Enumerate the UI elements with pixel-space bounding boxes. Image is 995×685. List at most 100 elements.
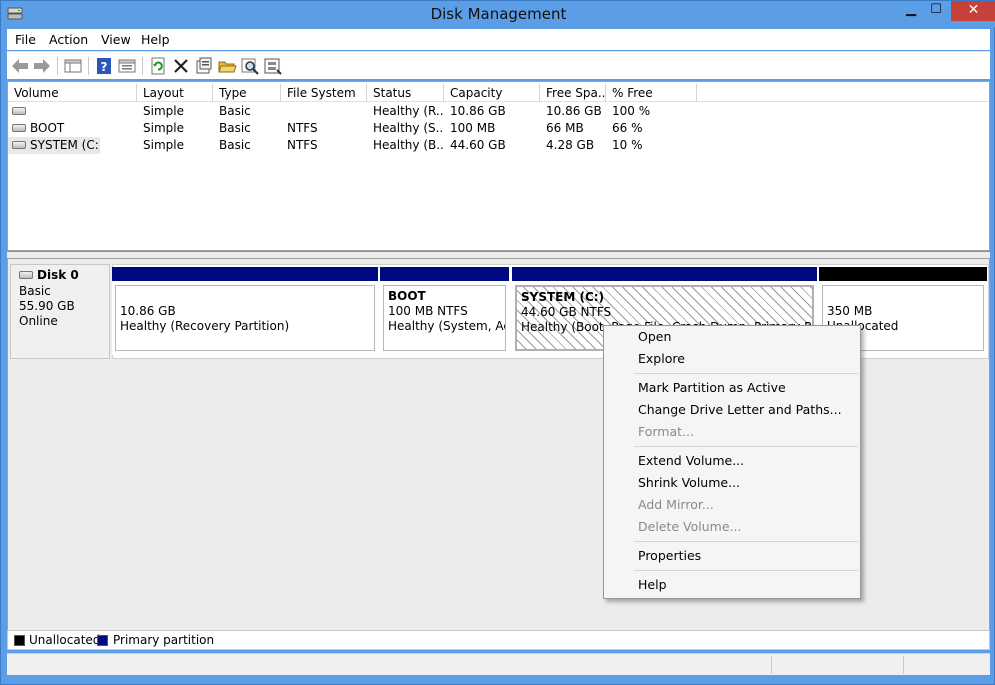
partition-body: BOOT 100 MB NTFS Healthy (System, Active… — [383, 285, 506, 351]
volume-row[interactable]: SYSTEM (C:) Simple Basic NTFS Healthy (B… — [8, 137, 989, 154]
menu-item-change-drive-letter[interactable]: Change Drive Letter and Paths... — [638, 400, 842, 420]
disk-size: 55.90 GB — [19, 299, 75, 313]
volume-name-cell: BOOT — [8, 120, 137, 137]
toolbar-separator — [142, 57, 143, 75]
menu-file[interactable]: File — [11, 32, 40, 48]
column-header-capacity[interactable]: Capacity — [444, 84, 540, 102]
open-folder-icon[interactable] — [217, 56, 237, 76]
partition-size: 44.60 GB NTFS — [521, 305, 612, 319]
menu-view[interactable]: View — [97, 32, 135, 48]
status-segment — [771, 656, 903, 674]
toolbar-separator — [88, 57, 89, 75]
disk-0-label[interactable]: Disk 0 Basic 55.90 GB Online — [10, 264, 110, 359]
free-space-cell: 4.28 GB — [546, 138, 595, 152]
help-icon[interactable]: ? — [94, 56, 114, 76]
disk-state: Online — [19, 314, 58, 328]
drive-icon — [12, 124, 26, 132]
refresh-icon[interactable] — [148, 56, 168, 76]
partition-type-bar — [380, 267, 509, 281]
menu-help[interactable]: Help — [137, 32, 174, 48]
column-header-layout[interactable]: Layout — [137, 84, 213, 102]
column-header-volume[interactable]: Volume — [8, 84, 137, 102]
menu-item-shrink-volume[interactable]: Shrink Volume... — [638, 473, 740, 493]
free-space-cell: 10.86 GB — [546, 104, 602, 118]
legend-unallocated-label: Unallocated — [29, 633, 101, 647]
magnifier-icon[interactable] — [240, 56, 260, 76]
capacity-cell: 100 MB — [450, 121, 496, 135]
properties-icon[interactable] — [194, 56, 214, 76]
file-system-cell: NTFS — [287, 138, 318, 152]
percent-free-cell: 66 % — [612, 121, 643, 135]
drive-icon — [12, 107, 26, 115]
partition-size: 100 MB NTFS — [388, 304, 468, 318]
menu-item-add-mirror: Add Mirror... — [638, 497, 714, 512]
column-header-status[interactable]: Status — [367, 84, 444, 102]
volume-row[interactable]: BOOT Simple Basic NTFS Healthy (S... 100… — [8, 120, 989, 137]
partition-size: 10.86 GB — [120, 304, 176, 318]
partition-body: 10.86 GB Healthy (Recovery Partition) — [115, 285, 375, 351]
partition-size: 350 MB — [827, 304, 873, 318]
volume-list-header: Volume Layout Type File System Status Ca… — [8, 84, 989, 102]
legend-primary-swatch — [97, 635, 108, 646]
menu-item-properties[interactable]: Properties — [638, 546, 701, 566]
menu-item-extend-volume[interactable]: Extend Volume... — [638, 451, 744, 471]
menu-separator — [634, 446, 858, 447]
recovery-partition[interactable]: 10.86 GB Healthy (Recovery Partition) — [112, 267, 378, 355]
svg-text:?: ? — [101, 60, 108, 74]
toolbar-separator — [57, 57, 58, 75]
menu-item-format: Format... — [638, 424, 694, 439]
column-header-type[interactable]: Type — [213, 84, 281, 102]
volume-name-cell: SYSTEM (C:) — [8, 137, 100, 154]
legend-bar: Unallocated Primary partition — [7, 630, 990, 650]
rescan-disks-icon[interactable] — [263, 56, 283, 76]
menu-action[interactable]: Action — [45, 32, 92, 48]
show-hide-console-tree-icon[interactable] — [63, 56, 83, 76]
status-cell: Healthy (B... — [373, 138, 444, 152]
percent-free-cell: 10 % — [612, 138, 643, 152]
volume-list-pane: Volume Layout Type File System Status Ca… — [7, 81, 990, 251]
menu-separator — [634, 373, 858, 374]
file-system-cell: NTFS — [287, 121, 318, 135]
capacity-cell: 10.86 GB — [450, 104, 506, 118]
menu-item-mark-active[interactable]: Mark Partition as Active — [638, 378, 786, 398]
forward-arrow-icon[interactable] — [32, 56, 52, 76]
menu-separator — [634, 541, 858, 542]
partition-name — [827, 289, 979, 304]
status-cell: Healthy (S... — [373, 121, 444, 135]
layout-cell: Simple — [143, 121, 184, 135]
volume-row[interactable]: Simple Basic Healthy (R... 10.86 GB 10.8… — [8, 103, 989, 120]
partition-name: SYSTEM (C:) — [521, 290, 605, 304]
toolbar: ? — [7, 51, 990, 79]
partition-name — [120, 289, 370, 304]
close-button[interactable]: ✕ — [951, 1, 995, 21]
type-cell: Basic — [219, 138, 251, 152]
status-cell: Healthy (R... — [373, 104, 444, 118]
properties-icon[interactable] — [117, 56, 137, 76]
disk-management-window: Disk Management ▁ ☐ ✕ File Action View H… — [0, 0, 995, 685]
menu-item-help[interactable]: Help — [638, 575, 667, 595]
type-cell: Basic — [219, 104, 251, 118]
boot-partition[interactable]: BOOT 100 MB NTFS Healthy (System, Active… — [380, 267, 509, 355]
partition-type-bar — [512, 267, 817, 281]
back-arrow-icon[interactable] — [10, 56, 30, 76]
type-cell: Basic — [219, 121, 251, 135]
partition-status: Healthy (System, Active, Primary Partiti… — [388, 319, 505, 333]
menu-item-explore[interactable]: Explore — [638, 349, 685, 369]
capacity-cell: 44.60 GB — [450, 138, 506, 152]
title-bar[interactable]: Disk Management ▁ ☐ ✕ — [1, 1, 995, 27]
column-header-percent-free[interactable]: % Free — [606, 84, 697, 102]
partition-type-bar — [112, 267, 378, 281]
disk-type: Basic — [19, 284, 51, 298]
menu-item-open[interactable]: Open — [638, 327, 671, 347]
legend-primary-label: Primary partition — [113, 633, 215, 647]
disk-icon — [19, 271, 33, 279]
layout-cell: Simple — [143, 138, 184, 152]
percent-free-cell: 100 % — [612, 104, 651, 118]
column-header-file-system[interactable]: File System — [281, 84, 367, 102]
maximize-button[interactable]: ☐ — [921, 1, 951, 21]
menu-item-delete-volume: Delete Volume... — [638, 519, 742, 534]
delete-icon[interactable] — [171, 56, 191, 76]
column-header-free-space[interactable]: Free Spa... — [540, 84, 606, 102]
status-segment — [903, 656, 989, 674]
partition-name: BOOT — [388, 289, 426, 303]
